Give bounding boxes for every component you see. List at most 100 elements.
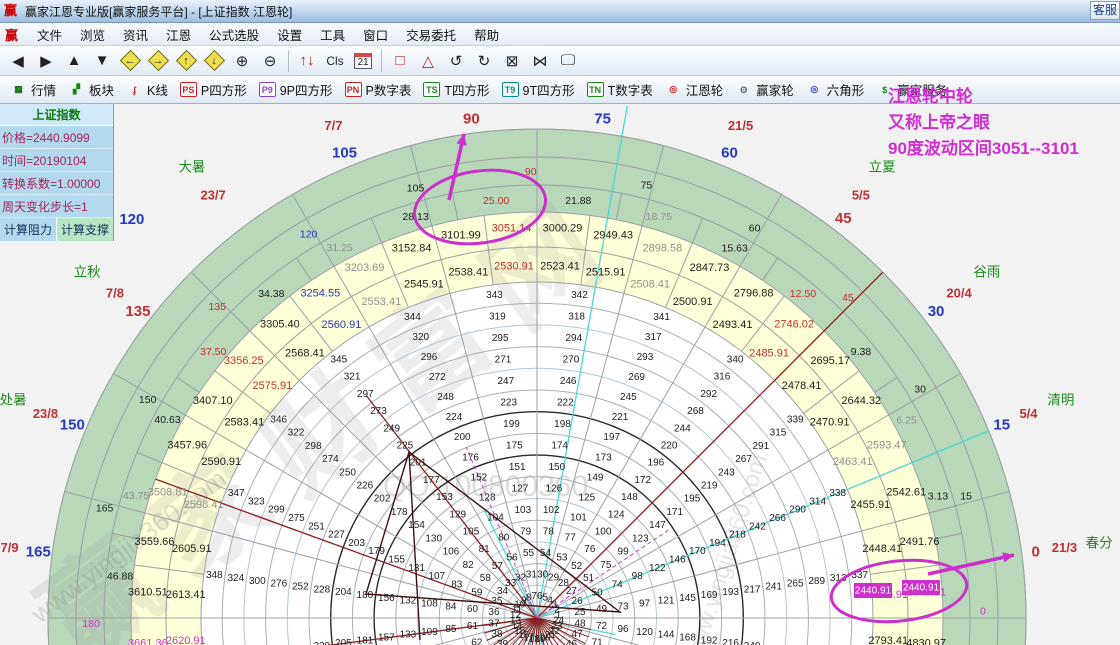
menu-item-5[interactable]: 公式选股 [200,23,268,46]
calc-resistance-button[interactable]: 计算阻力 [0,218,57,241]
svg-text:178: 178 [391,507,408,518]
fit-view-icon[interactable]: ⋈ [527,49,553,73]
maximize-icon[interactable]: ⊠ [499,49,525,73]
svg-text:97: 97 [639,598,651,609]
svg-text:339: 339 [787,414,804,425]
shift-up-icon[interactable]: ↑ [173,49,199,73]
svg-text:3254.55: 3254.55 [300,288,340,300]
nav-right-icon[interactable]: ▶ [33,49,59,73]
svg-text:84: 84 [445,601,457,612]
menu-item-9[interactable]: 交易委托 [397,23,465,46]
svg-text:23/7: 23/7 [200,187,225,202]
svg-text:123: 123 [632,533,649,544]
calendar-icon[interactable]: 21 [350,49,376,73]
p-square-button[interactable]: PSP四方形 [176,79,251,100]
symbol-name: 上证指数 [0,104,113,126]
svg-text:2440.91: 2440.91 [903,583,940,594]
application-window: 赢 赢家江恩专业版[赢家服务平台] - [上证指数 江恩轮] 客服 赢 文件浏览… [0,0,1120,645]
updown-marker-icon[interactable]: ↑↓ [294,49,320,73]
cls-tool[interactable]: Cls [322,49,348,73]
svg-text:31: 31 [526,570,538,581]
anno-line1: 江恩轮中轮 [888,84,1079,110]
shift-down-icon[interactable]: ↓ [201,49,227,73]
svg-text:15: 15 [993,416,1010,433]
svg-text:170: 170 [689,546,706,557]
svg-text:3356.25: 3356.25 [224,355,264,367]
svg-text:78: 78 [543,527,555,538]
svg-text:2463.41: 2463.41 [833,456,873,468]
zoom-in-icon[interactable]: ⊕ [229,49,255,73]
gann-wheel-canvas[interactable]: 赢家财富网www.yingjia360.comwww.yingjia360.co… [0,104,1120,645]
rotate-ccw-icon[interactable]: ↺ [443,49,469,73]
svg-text:71: 71 [592,638,604,645]
p-table-button[interactable]: PNP数字表 [341,79,416,100]
svg-text:2605.91: 2605.91 [172,543,212,555]
svg-text:46.88: 46.88 [107,571,133,583]
svg-text:265: 265 [787,579,804,590]
customer-service-button[interactable]: 客服 [1090,1,1120,20]
menu-item-4[interactable]: 江恩 [157,23,200,46]
svg-text:21/3: 21/3 [1052,540,1077,555]
svg-text:7/9: 7/9 [1,540,19,555]
shift-left-icon[interactable]: ← [117,49,143,73]
svg-text:7/8: 7/8 [106,286,124,301]
gann-wheel-button[interactable]: ◎江恩轮 [661,79,728,100]
svg-text:218: 218 [729,530,746,541]
rotate-cw-icon[interactable]: ↻ [471,49,497,73]
nav-up-icon[interactable]: ▲ [61,49,87,73]
svg-text:2613.41: 2613.41 [166,589,206,601]
menu-item-3[interactable]: 资讯 [114,23,157,46]
svg-text:155: 155 [388,555,405,566]
svg-text:297: 297 [357,389,374,400]
svg-text:124: 124 [608,509,625,520]
shift-right-icon[interactable]: → [145,49,171,73]
t9-square-button[interactable]: T99T四方形 [498,79,579,100]
svg-text:4: 4 [547,595,553,606]
svg-text:春分: 春分 [1086,536,1113,551]
menu-item-2[interactable]: 浏览 [71,23,114,46]
hexagon-button[interactable]: ◎六角形 [802,79,869,100]
svg-text:126: 126 [546,484,563,495]
triangle-draw-icon[interactable]: △ [415,49,441,73]
svg-text:135: 135 [125,303,150,320]
menu-item-1[interactable]: 文件 [28,23,71,46]
svg-text:3457.96: 3457.96 [167,439,207,451]
svg-text:128: 128 [479,492,496,503]
quotes-button[interactable]: ▦行情 [6,79,60,100]
zoom-out-icon[interactable]: ⊖ [257,49,283,73]
calc-support-button[interactable]: 计算支撑 [57,218,113,241]
coef-row: 转换系数=1.00000 [0,172,113,195]
svg-text:26: 26 [572,596,584,607]
screen-icon[interactable]: 🖵 [555,49,581,73]
svg-text:2598.41: 2598.41 [184,499,224,511]
svg-text:276: 276 [270,579,287,590]
nav-down-icon[interactable]: ▼ [89,49,115,73]
sectors-button[interactable]: ▞板块 [64,79,118,100]
svg-text:149: 149 [587,472,604,483]
p9-square-button[interactable]: P99P四方形 [255,79,337,100]
svg-text:8: 8 [526,593,532,604]
anno-line2: 又称上帝之眼 [888,110,1079,136]
winner-wheel-button[interactable]: ʘ赢家轮 [731,79,798,100]
kline-button[interactable]: ʄK线 [122,79,172,100]
svg-text:324: 324 [227,573,244,584]
svg-text:174: 174 [551,441,568,452]
t-square-button[interactable]: TST四方形 [419,79,493,100]
target-blue-icon: ◎ [806,82,823,97]
svg-text:318: 318 [568,311,585,322]
toolbar-separator [381,50,382,72]
nav-left-icon[interactable]: ◀ [5,49,31,73]
rect-draw-icon[interactable]: □ [387,49,413,73]
menu-item-10[interactable]: 帮助 [465,23,508,46]
menu-item-7[interactable]: 工具 [311,23,354,46]
tool-label: 行情 [31,80,56,99]
svg-text:58: 58 [480,573,492,584]
menu-item-6[interactable]: 设置 [268,23,311,46]
menu-bar: 赢 文件浏览资讯江恩公式选股设置工具窗口交易委托帮助 [0,23,1120,46]
menu-item-8[interactable]: 窗口 [354,23,397,46]
svg-text:150: 150 [60,416,85,433]
svg-text:267: 267 [735,454,752,465]
t-table-button[interactable]: TNT数字表 [583,79,657,100]
svg-text:176: 176 [462,452,479,463]
svg-text:105: 105 [463,527,480,538]
